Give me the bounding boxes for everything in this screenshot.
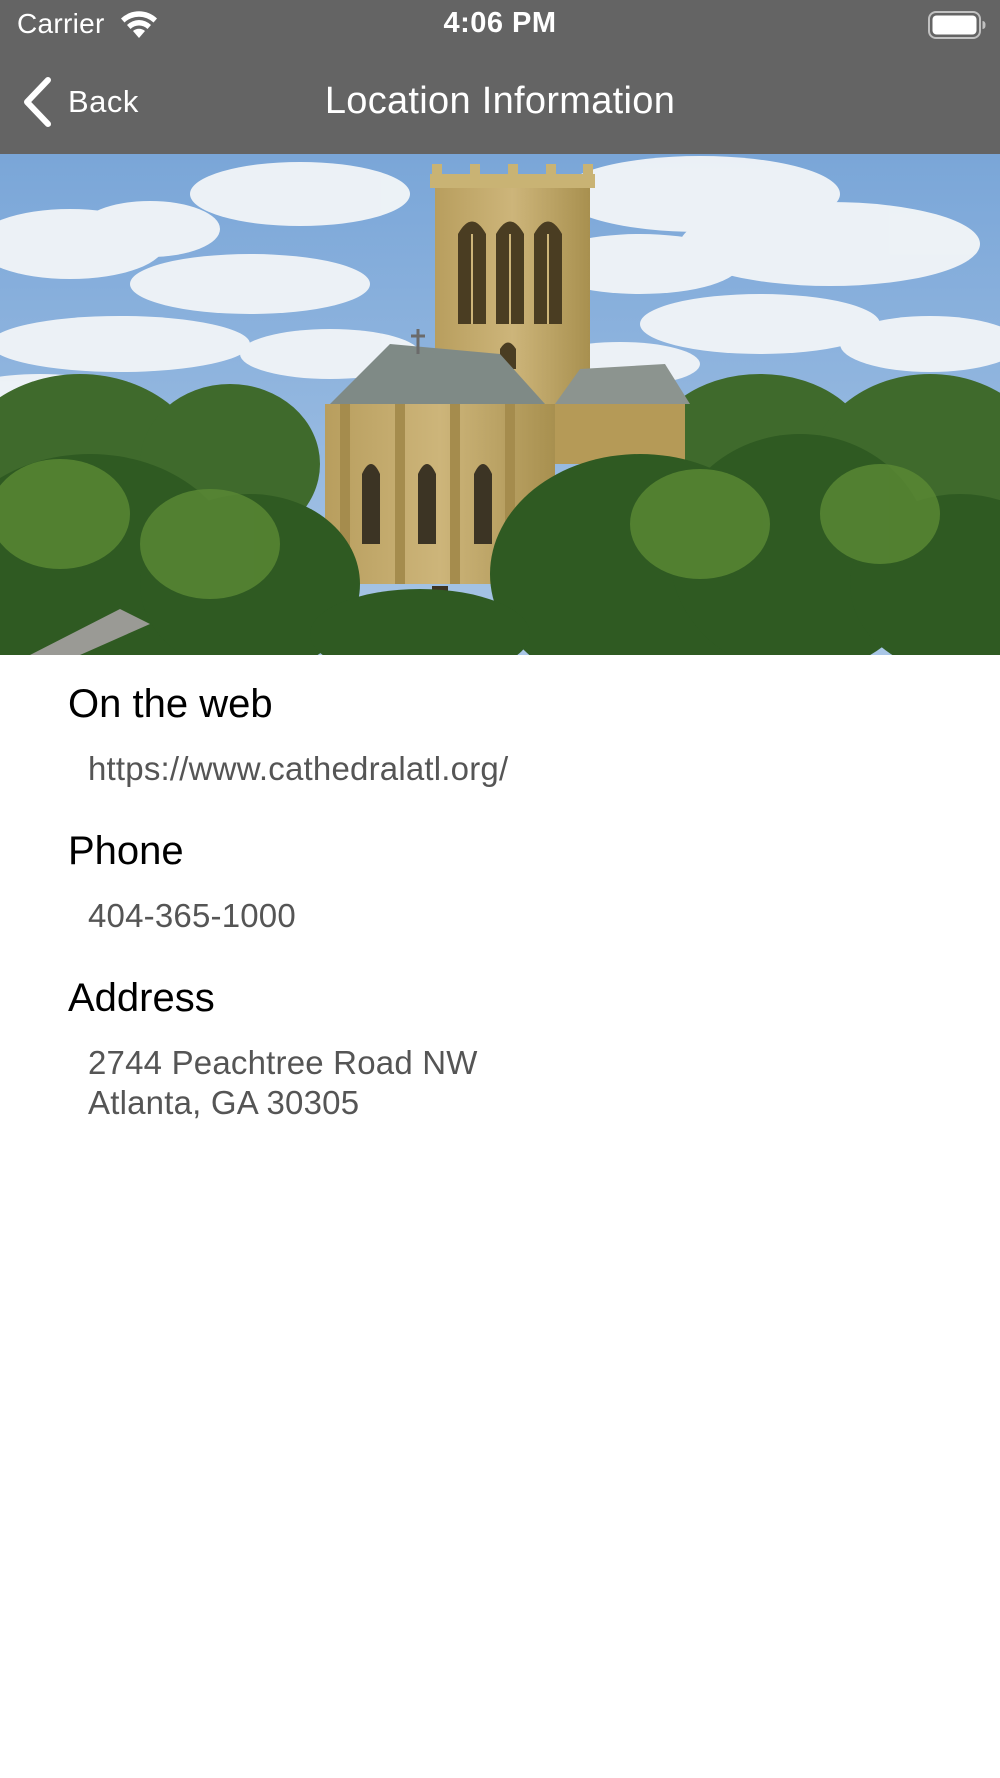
address-heading: Address <box>68 976 215 1020</box>
phone-number-link[interactable]: 404-365-1000 <box>88 896 296 936</box>
web-heading: On the web <box>68 682 273 726</box>
cathedral-photo <box>0 154 1000 655</box>
page-title: Location Information <box>324 80 676 122</box>
status-time: 4:06 PM <box>443 7 557 39</box>
address-line-1[interactable]: 2744 Peachtree Road NW <box>88 1043 478 1083</box>
website-link[interactable]: https://www.cathedralatl.org/ <box>88 749 508 789</box>
phone-heading: Phone <box>68 829 184 873</box>
address-line-2[interactable]: Atlanta, GA 30305 <box>88 1083 359 1123</box>
battery-icon <box>928 11 986 39</box>
status-bar: Carrier 4:06 PM <box>0 0 1000 50</box>
location-photo <box>0 154 1000 655</box>
navigation-header: Carrier 4:06 PM Back Location Informatio… <box>0 0 1000 154</box>
nav-bar: Back Location Information <box>0 50 1000 154</box>
